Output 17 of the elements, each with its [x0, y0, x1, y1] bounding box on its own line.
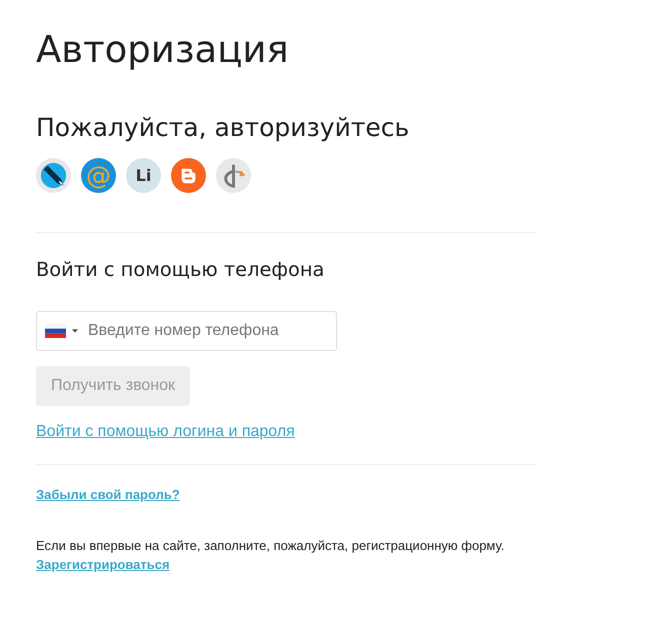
phone-field[interactable]: Введите номер телефона	[36, 311, 337, 351]
registration-text: Если вы впервые на сайте, заполните, пожалуйста, регистрационную форму.	[36, 537, 506, 555]
password-login-link[interactable]: Войти с помощью логина и пароля	[36, 423, 295, 440]
flag-icon	[45, 324, 66, 338]
openid-login-button[interactable]	[216, 158, 251, 193]
blogger-login-button[interactable]	[171, 158, 206, 193]
provider-login-button[interactable]: @	[81, 158, 116, 193]
provider-login-button[interactable]: Li	[126, 158, 161, 193]
section-heading: Войти с помощью телефона	[36, 257, 324, 283]
section-heading: Пожалуйста, авторизуйтесь	[36, 112, 410, 144]
register-link[interactable]: Зарегистрироваться	[36, 557, 170, 572]
phone-input[interactable]: Введите номер телефона	[88, 320, 332, 342]
caret-icon	[72, 329, 78, 333]
page-title: Авторизация	[36, 27, 289, 73]
forgot-password-link[interactable]: Забыли свой пароль?	[36, 487, 180, 502]
pencil-login-button[interactable]	[36, 158, 71, 193]
blogger-icon	[171, 158, 206, 193]
